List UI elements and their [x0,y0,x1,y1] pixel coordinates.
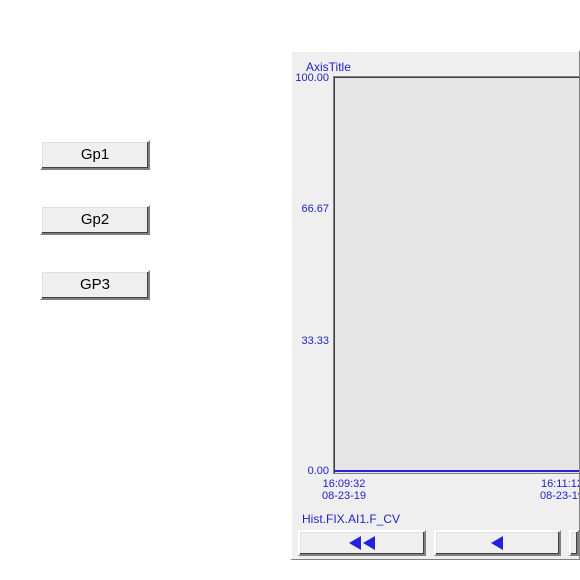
scroll-back-button[interactable] [434,530,562,556]
plot-area[interactable] [333,76,580,474]
x-tick-left-time: 16:09:32 [323,478,366,490]
x-tick-right-date: 08-23-19 [540,490,580,502]
arrow-left-icon [363,536,375,550]
x-tick-left: 16:09:32 08-23-19 [314,478,374,502]
y-tick-100: 100.00 [290,72,329,84]
trend-line [334,470,579,472]
x-tick-right-time: 16:11:12 [541,478,580,490]
chart-panel: AxisTitle 100.00 66.67 33.33 0.00 16:09:… [290,50,580,560]
y-tick-0: 0.00 [290,465,329,477]
scroll-fast-back-button[interactable] [298,530,426,556]
legend-label: Hist.FIX.AI1.F_CV [302,512,400,526]
scroll-row [298,530,579,556]
scroll-next-button-partial[interactable] [569,530,579,556]
gp1-button[interactable]: Gp1 [40,140,150,170]
x-tick-right: 16:11:12 08-23-19 [532,478,580,502]
arrow-left-icon [491,536,503,550]
y-tick-66: 66.67 [290,203,329,215]
x-tick-left-date: 08-23-19 [322,490,366,502]
arrow-left-icon [349,536,361,550]
gp2-button[interactable]: Gp2 [40,205,150,235]
y-tick-33: 33.33 [290,335,329,347]
gp3-button[interactable]: GP3 [40,270,150,300]
